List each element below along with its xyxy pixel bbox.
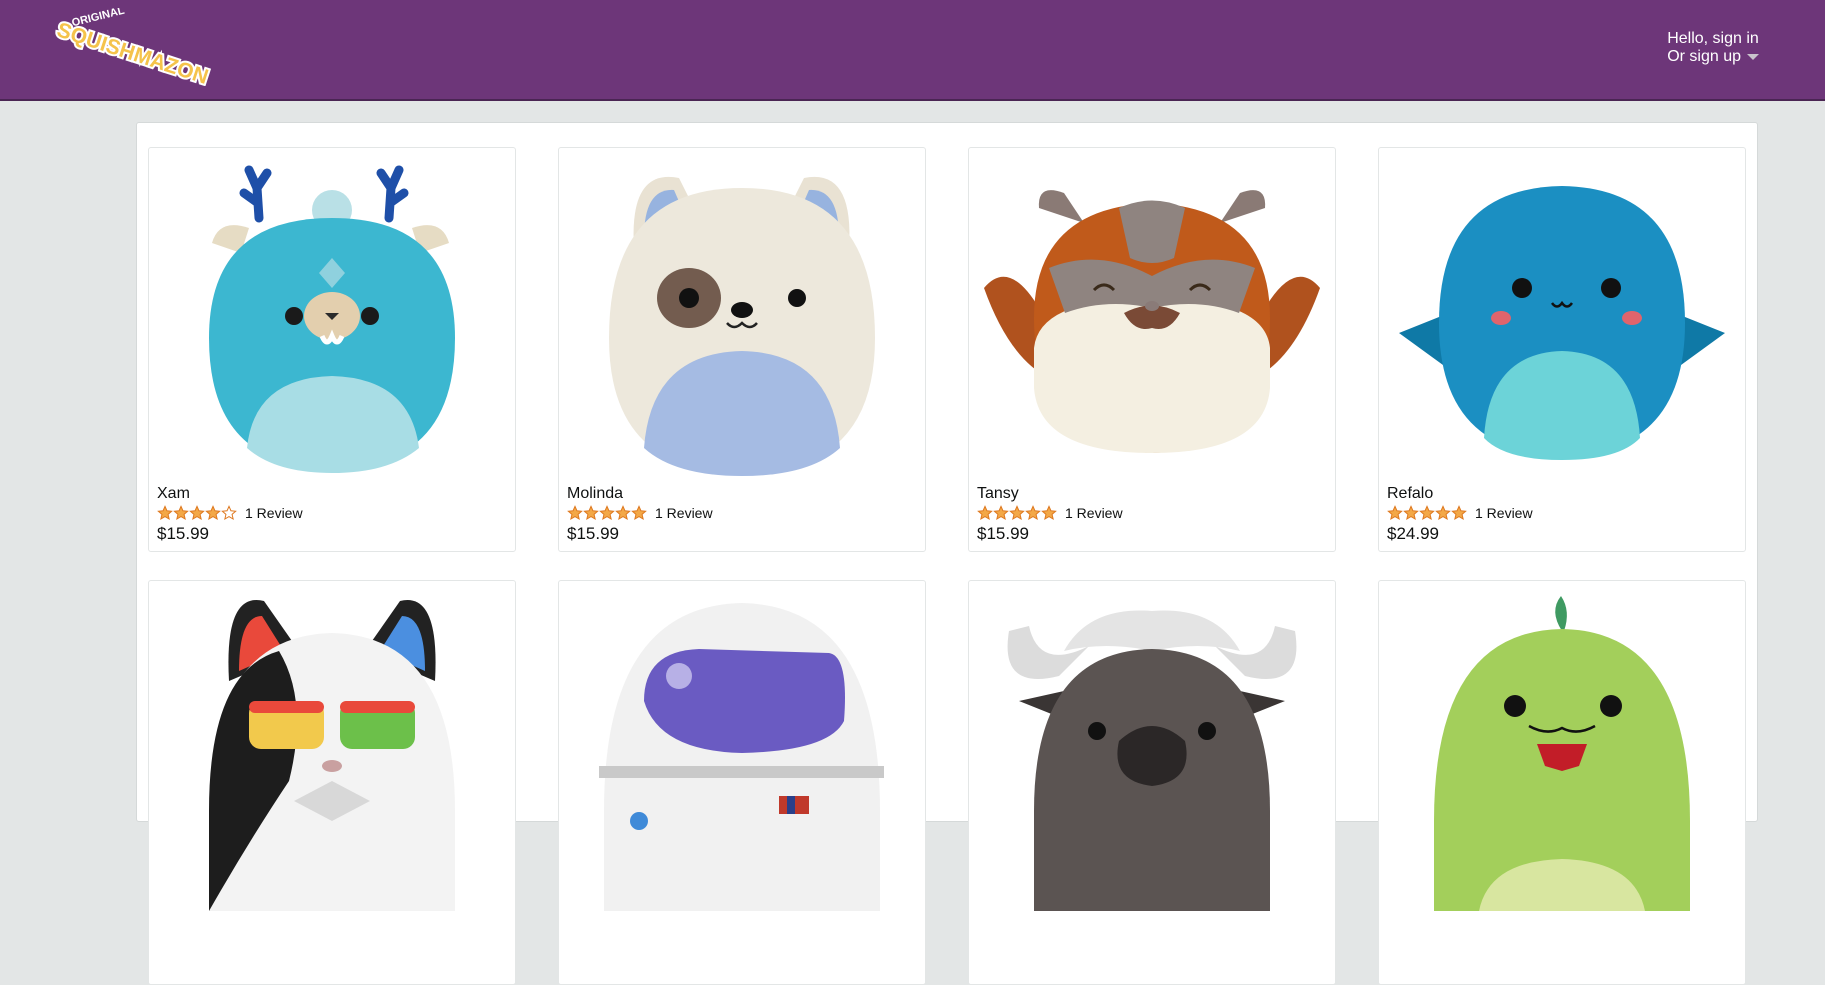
astronaut-plush-image — [599, 603, 884, 911]
star-filled-icon — [993, 505, 1009, 521]
tansy-plush-image — [984, 190, 1320, 453]
review-count[interactable]: 1 Review — [245, 505, 303, 521]
product-card-refalo[interactable]: Refalo 1 Review $24.99 — [1378, 147, 1746, 552]
review-count[interactable]: 1 Review — [655, 505, 713, 521]
product-rating: 1 Review — [977, 504, 1123, 522]
xam-plush-image — [209, 165, 455, 473]
star-filled-icon — [1025, 505, 1041, 521]
product-name[interactable]: Refalo — [1387, 485, 1433, 503]
star-filled-icon — [173, 505, 189, 521]
product-rating: 1 Review — [157, 504, 303, 522]
green-dino-plush-image — [1434, 596, 1690, 911]
product-card-xam[interactable]: Xam 1 Review $15.99 — [148, 147, 516, 552]
review-count[interactable]: 1 Review — [1065, 505, 1123, 521]
star-filled-icon — [205, 505, 221, 521]
product-grid: Xam 1 Review $15.99 Molinda 1 Review $15… — [136, 122, 1758, 985]
star-filled-icon — [631, 505, 647, 521]
star-filled-icon — [1009, 505, 1025, 521]
star-filled-icon — [583, 505, 599, 521]
product-name[interactable]: Molinda — [567, 485, 623, 503]
star-rating — [977, 505, 1057, 521]
account-menu[interactable]: Hello, sign in Or sign up — [1667, 30, 1759, 66]
star-rating — [567, 505, 647, 521]
sign-in-link[interactable]: Hello, sign in — [1667, 30, 1759, 48]
sign-up-link[interactable]: Or sign up — [1667, 48, 1759, 66]
star-rating — [157, 505, 237, 521]
chevron-down-icon — [1747, 53, 1759, 60]
star-rating — [1387, 505, 1467, 521]
review-count[interactable]: 1 Review — [1475, 505, 1533, 521]
refalo-plush-image — [1399, 186, 1725, 460]
product-price: $24.99 — [1387, 524, 1439, 543]
product-card-rainbow-cat[interactable] — [148, 580, 516, 985]
product-card-astronaut[interactable] — [558, 580, 926, 985]
star-filled-icon — [157, 505, 173, 521]
star-empty-icon — [221, 505, 237, 521]
star-filled-icon — [615, 505, 631, 521]
site-header: ORIGINAL SQUISHMAZON Hello, sign in Or s… — [0, 0, 1825, 101]
star-filled-icon — [567, 505, 583, 521]
product-name[interactable]: Tansy — [977, 485, 1019, 503]
product-card-tansy[interactable]: Tansy 1 Review $15.99 — [968, 147, 1336, 552]
star-filled-icon — [1041, 505, 1057, 521]
product-rating: 1 Review — [567, 504, 713, 522]
product-card-buffalo[interactable] — [968, 580, 1336, 985]
star-filled-icon — [977, 505, 993, 521]
star-filled-icon — [1451, 505, 1467, 521]
star-filled-icon — [189, 505, 205, 521]
product-price: $15.99 — [157, 524, 209, 543]
product-name[interactable]: Xam — [157, 485, 190, 503]
molinda-plush-image — [609, 176, 875, 476]
product-card-molinda[interactable]: Molinda 1 Review $15.99 — [558, 147, 926, 552]
svg-text:SQUISHMAZON: SQUISHMAZON — [54, 18, 211, 86]
star-filled-icon — [1419, 505, 1435, 521]
product-price: $15.99 — [977, 524, 1029, 543]
squishmazon-logo[interactable]: ORIGINAL SQUISHMAZON — [52, 5, 213, 91]
buffalo-plush-image — [1007, 610, 1297, 911]
star-filled-icon — [1387, 505, 1403, 521]
star-filled-icon — [1435, 505, 1451, 521]
product-rating: 1 Review — [1387, 504, 1533, 522]
star-filled-icon — [599, 505, 615, 521]
product-price: $15.99 — [567, 524, 619, 543]
rainbow-cat-plush-image — [209, 600, 455, 911]
star-filled-icon — [1403, 505, 1419, 521]
product-card-green-dino[interactable] — [1378, 580, 1746, 985]
